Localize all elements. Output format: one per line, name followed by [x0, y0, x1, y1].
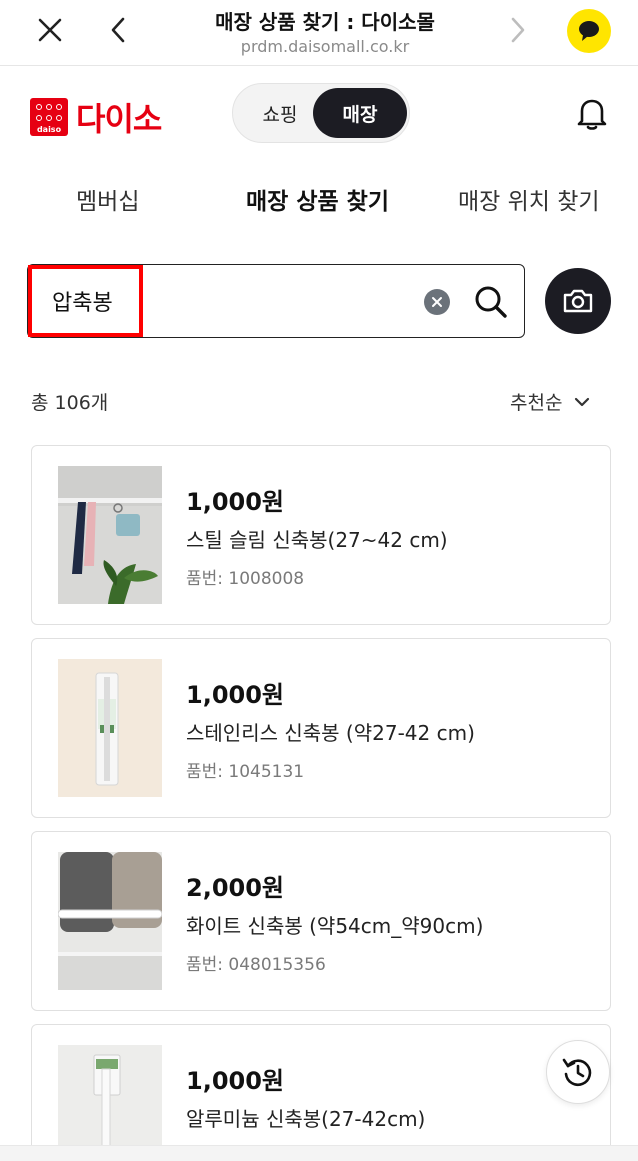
close-icon — [432, 297, 442, 307]
product-image-umbrellas-on-rod — [58, 466, 162, 604]
product-code: 품번: 048015356 — [186, 955, 326, 975]
product-price: 1,000원 — [186, 488, 284, 516]
product-name: 스테인리스 신축봉 (약27-42 cm) — [186, 721, 475, 745]
product-card[interactable]: 1,000원 스틸 슬림 신축봉(27~42 cm) 품번: 1008008 — [31, 445, 611, 625]
logo-text: 다이소 — [76, 100, 162, 138]
product-code: 품번: 1045131 — [186, 762, 305, 782]
product-price: 1,000원 — [186, 1067, 284, 1095]
daiso-logo[interactable]: daiso 다이소 — [30, 94, 162, 140]
product-card[interactable]: 1,000원 알루미늄 신축봉(27-42cm) — [31, 1024, 611, 1161]
product-price: 2,000원 — [186, 874, 284, 902]
sort-label: 추천순 — [510, 392, 563, 414]
toggle-store[interactable]: 매장 — [313, 88, 407, 138]
result-count: 총 106개 — [31, 392, 109, 414]
browser-page-title: 매장 상품 찾기 : 다이소몰 — [215, 10, 435, 34]
daiso-logo-mark: daiso — [30, 98, 68, 136]
search-button[interactable] — [468, 279, 514, 325]
product-name: 알루미늄 신축봉(27-42cm) — [186, 1107, 426, 1131]
camera-icon — [563, 289, 593, 313]
camera-search-button[interactable] — [545, 268, 611, 334]
product-name: 스틸 슬림 신축봉(27~42 cm) — [186, 528, 448, 552]
product-name: 화이트 신축봉 (약54cm_약90cm) — [186, 914, 484, 938]
toggle-shopping[interactable]: 쇼핑 — [237, 88, 323, 138]
search-input[interactable] — [28, 265, 408, 337]
product-image-packaged-rod — [58, 659, 162, 797]
browser-url: prdm.daisomall.co.kr — [240, 37, 410, 56]
browser-toolbar: 매장 상품 찾기 : 다이소몰 prdm.daisomall.co.kr — [0, 0, 638, 66]
bottom-bar — [0, 1145, 638, 1161]
tab-find-store-location[interactable]: 매장 위치 찾기 — [458, 182, 600, 216]
kakao-chat-button[interactable] — [567, 9, 611, 53]
close-icon[interactable] — [28, 8, 72, 52]
product-card[interactable]: 2,000원 화이트 신축봉 (약54cm_약90cm) 품번: 0480153… — [31, 831, 611, 1011]
search-box — [27, 264, 525, 338]
forward-arrow-icon[interactable] — [496, 8, 540, 52]
product-price: 1,000원 — [186, 681, 284, 709]
history-clock-icon — [562, 1058, 592, 1087]
product-image-packaged-rod-white — [58, 1045, 162, 1161]
tab-find-store-product[interactable]: 매장 상품 찾기 — [246, 182, 389, 216]
product-image-towels-on-rod — [58, 852, 162, 990]
tab-membership[interactable]: 멤버십 — [76, 182, 139, 216]
search-icon — [475, 286, 507, 318]
sort-dropdown[interactable]: 추천순 — [510, 388, 590, 415]
clear-search-button[interactable] — [424, 289, 450, 315]
bell-icon[interactable] — [570, 92, 614, 136]
product-card[interactable]: 1,000원 스테인리스 신축봉 (약27-42 cm) 품번: 1045131 — [31, 638, 611, 818]
chat-bubble-icon — [579, 21, 599, 41]
recent-history-button[interactable] — [546, 1040, 610, 1104]
chevron-down-icon — [575, 397, 590, 406]
product-code: 품번: 1008008 — [186, 569, 305, 589]
shop-store-toggle: 쇼핑 매장 — [232, 83, 410, 143]
